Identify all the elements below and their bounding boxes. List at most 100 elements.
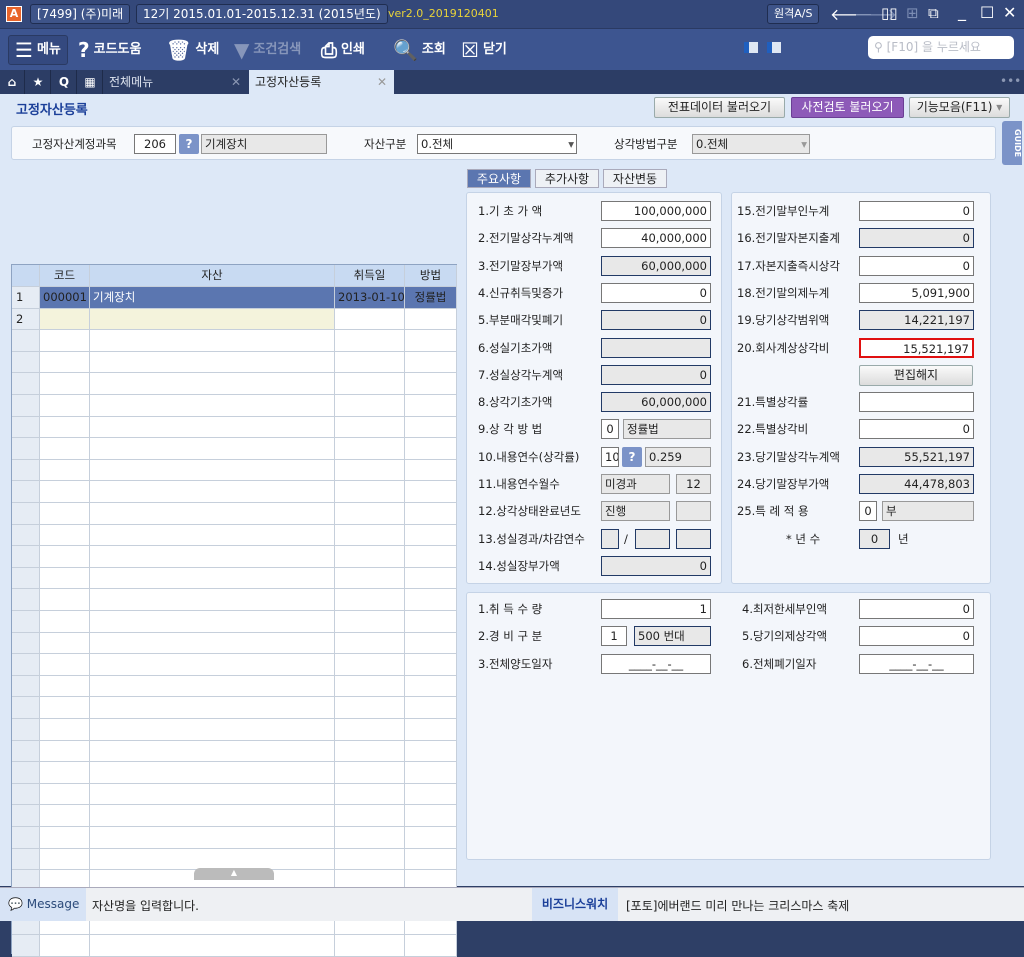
grid-cell[interactable] xyxy=(335,330,405,352)
grid-cell[interactable] xyxy=(335,416,405,439)
grid-cell[interactable] xyxy=(40,546,90,568)
amount-input[interactable]: 5,091,900 xyxy=(859,282,974,303)
grid-cell[interactable] xyxy=(405,481,457,503)
grid-cell[interactable] xyxy=(405,330,457,352)
grid-cell[interactable] xyxy=(40,719,90,741)
grid-cell[interactable] xyxy=(405,675,457,698)
grid-cell[interactable] xyxy=(40,524,90,547)
grid-cell[interactable] xyxy=(405,395,457,417)
print-button[interactable]: ⎙ 인쇄 xyxy=(321,35,365,65)
field-input[interactable]: 0 xyxy=(859,599,974,619)
grid-cell[interactable] xyxy=(90,719,335,741)
grid-cell[interactable] xyxy=(405,740,457,763)
grid-cell[interactable] xyxy=(335,503,405,525)
grid-cell[interactable] xyxy=(40,654,90,676)
menu-search-input[interactable]: ⚲ [F10] 을 누르세요 xyxy=(868,36,1014,59)
amount-input[interactable]: 0 xyxy=(601,282,711,303)
grid-cell[interactable] xyxy=(335,589,405,611)
grid-cell[interactable] xyxy=(335,935,405,957)
grid-cell[interactable] xyxy=(335,438,405,460)
quick-icon[interactable]: Q xyxy=(52,70,77,94)
grid-cell[interactable] xyxy=(335,697,405,719)
grid-cell[interactable] xyxy=(335,524,405,547)
grid-cell[interactable] xyxy=(90,611,335,633)
functions-button[interactable]: 기능모음(F11) ▾ xyxy=(909,97,1010,118)
company-selector[interactable]: [7499] (주)미래 xyxy=(30,4,131,24)
grid-cell[interactable] xyxy=(335,395,405,417)
minimize-icon[interactable]: _ xyxy=(958,2,966,21)
code-input[interactable]: 0 xyxy=(859,501,877,522)
grid-cell[interactable] xyxy=(335,719,405,741)
grid-cell[interactable] xyxy=(40,848,90,871)
years-input[interactable] xyxy=(601,528,619,549)
grid-cell[interactable] xyxy=(40,438,90,460)
grid-cell[interactable] xyxy=(90,848,335,871)
filter-button[interactable]: ▼ 조건검색 xyxy=(234,35,301,65)
grid-cell[interactable] xyxy=(90,762,335,784)
close-window-icon[interactable]: ✕ xyxy=(1003,3,1016,22)
grid-cell[interactable] xyxy=(40,503,90,525)
amount-input[interactable]: 0 xyxy=(859,201,974,221)
layout-icon[interactable] xyxy=(744,42,758,53)
grid-cell[interactable] xyxy=(405,308,457,331)
grid-cell[interactable]: 000001 xyxy=(40,287,90,309)
grid-cell[interactable] xyxy=(405,611,457,633)
column-header[interactable]: 방법 xyxy=(405,265,457,287)
grid-cell[interactable] xyxy=(335,351,405,374)
asset-type-select[interactable]: 0.전체 ▾ xyxy=(417,134,577,154)
amount-input[interactable]: 100,000,000 xyxy=(601,201,711,221)
book-icon[interactable]: ▯▯ xyxy=(881,4,898,22)
grid-cell[interactable] xyxy=(40,740,90,763)
grid-cell[interactable] xyxy=(90,524,335,547)
star-icon[interactable]: ★ xyxy=(26,70,51,94)
grid-cell[interactable] xyxy=(335,654,405,676)
news-ticker[interactable]: [포토]에버랜드 미리 만나는 크리스마스 축제 xyxy=(626,897,849,914)
load-voucher-button[interactable]: 전표데이터 불러오기 xyxy=(654,97,785,118)
grid-cell[interactable] xyxy=(90,503,335,525)
close-tab-icon[interactable]: ✕ xyxy=(231,70,241,94)
amount-input[interactable]: 0 xyxy=(859,255,974,276)
tab-detail[interactable]: 주요사항 xyxy=(467,169,531,188)
remote-support-button[interactable]: 원격A/S xyxy=(767,4,820,24)
tab-all-menu[interactable]: 전체메뉴 ✕ xyxy=(103,70,248,94)
grid-cell[interactable] xyxy=(40,481,90,503)
grid-cell[interactable] xyxy=(40,762,90,784)
field-input[interactable]: ____-__-__ xyxy=(859,653,974,674)
grid-cell[interactable]: 2013-01-10 xyxy=(335,287,405,309)
grid-cell[interactable] xyxy=(90,330,335,352)
tab-detail[interactable]: 추가사항 xyxy=(535,169,599,188)
grid-cell[interactable] xyxy=(40,567,90,590)
calendar-icon[interactable]: ▦ xyxy=(78,70,103,94)
grid-cell[interactable] xyxy=(335,740,405,763)
field-input[interactable]: 0 xyxy=(859,626,974,647)
field-input[interactable]: 1 xyxy=(601,599,711,619)
grid-cell[interactable] xyxy=(405,503,457,525)
grid-cell[interactable] xyxy=(90,827,335,849)
account-help-icon[interactable]: ? xyxy=(179,134,199,154)
grid-cell[interactable] xyxy=(90,308,335,331)
grid-cell[interactable] xyxy=(405,438,457,460)
grid-cell[interactable] xyxy=(90,438,335,460)
grid-cell[interactable] xyxy=(90,373,335,395)
grid-cell[interactable] xyxy=(40,675,90,698)
years-input[interactable] xyxy=(635,528,670,549)
help-icon[interactable]: ? xyxy=(622,446,642,467)
grid-cell[interactable] xyxy=(90,481,335,503)
grid-cell[interactable] xyxy=(90,654,335,676)
grid-cell[interactable]: 기계장치 xyxy=(90,287,335,309)
grid-cell[interactable] xyxy=(90,935,335,957)
grid-cell[interactable] xyxy=(405,935,457,957)
load-precheck-button[interactable]: 사전검토 불러오기 xyxy=(791,97,904,118)
grid-cell[interactable] xyxy=(335,611,405,633)
column-header[interactable]: 자산 xyxy=(90,265,335,287)
layout-icon[interactable] xyxy=(767,42,781,53)
grid-cell[interactable] xyxy=(405,719,457,741)
grid-cell[interactable] xyxy=(40,330,90,352)
grid-cell[interactable] xyxy=(335,481,405,503)
grid-cell[interactable] xyxy=(335,805,405,827)
grid-cell[interactable] xyxy=(40,589,90,611)
grid-cell[interactable] xyxy=(40,611,90,633)
grid-cell[interactable] xyxy=(40,351,90,374)
grid-cell[interactable] xyxy=(405,783,457,806)
close-button[interactable]: ☒ 닫기 xyxy=(461,35,507,65)
